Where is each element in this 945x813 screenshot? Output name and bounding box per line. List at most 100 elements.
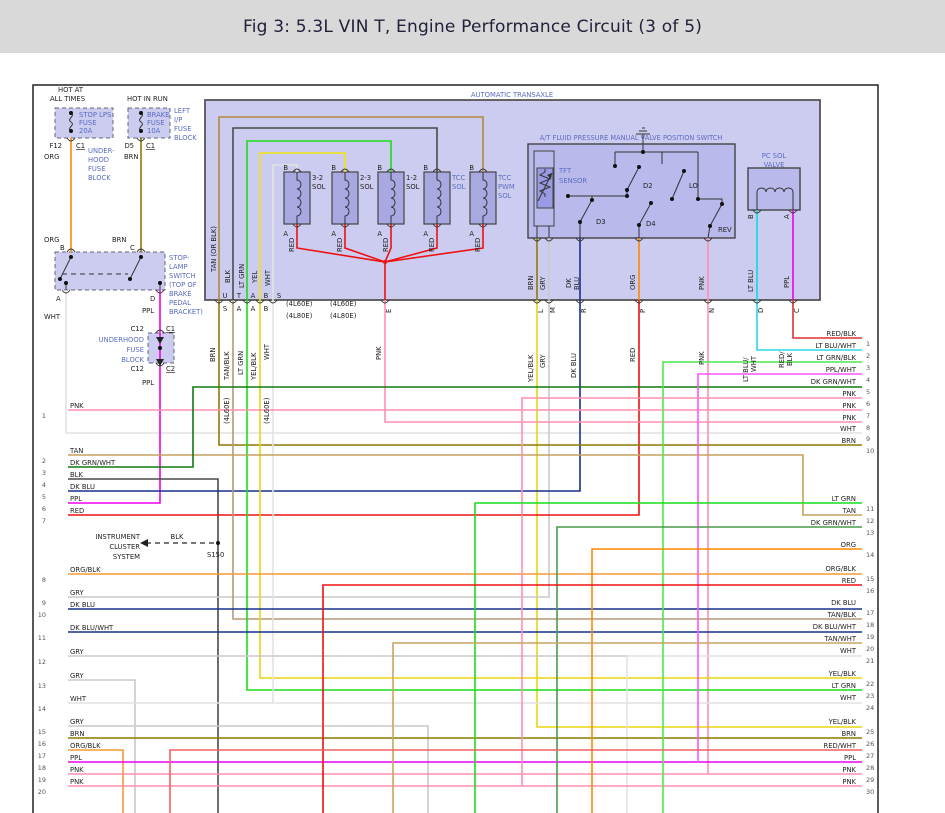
right-row-number-20: 20 bbox=[866, 645, 874, 653]
label: LT GRN bbox=[238, 264, 246, 288]
label: T bbox=[236, 292, 242, 300]
label: TCC bbox=[451, 174, 465, 182]
label: HOT IN RUN bbox=[127, 95, 168, 103]
junction-dot bbox=[625, 188, 629, 192]
label: (TOP OF bbox=[169, 281, 197, 289]
label: BRAKE bbox=[147, 111, 170, 119]
right-row-number-17: 17 bbox=[866, 609, 874, 617]
label: D bbox=[757, 308, 765, 313]
label: B bbox=[377, 164, 382, 172]
label: P bbox=[639, 309, 647, 313]
label: CLUSTER bbox=[109, 543, 140, 551]
right-row-label-10: BRN bbox=[842, 437, 856, 445]
right-row-number-22: 22 bbox=[866, 680, 874, 688]
label: C12 bbox=[131, 325, 144, 333]
right-row-number-4: 4 bbox=[866, 376, 870, 384]
valve-position-switch-box bbox=[528, 144, 735, 238]
label: (4L60E) bbox=[286, 300, 313, 308]
left-row-label-11: DK BLU/WHT bbox=[70, 624, 114, 632]
label: BRN bbox=[112, 236, 126, 244]
label: B bbox=[264, 305, 269, 313]
junction-dot bbox=[139, 111, 143, 115]
left-row-number-9: 9 bbox=[42, 599, 46, 607]
label: HOOD bbox=[88, 156, 109, 164]
label: STOP LPS bbox=[79, 111, 111, 119]
label: RED/ bbox=[778, 351, 786, 368]
label: SWITCH bbox=[169, 272, 196, 280]
junction-dot bbox=[69, 129, 73, 133]
right-row-number-29: 29 bbox=[866, 776, 874, 784]
label: PPL bbox=[142, 379, 154, 387]
label: A bbox=[377, 230, 382, 238]
label: PWM bbox=[498, 183, 515, 191]
label: B bbox=[469, 164, 474, 172]
right-row-number-6: 6 bbox=[866, 400, 870, 408]
label: UNDERHOOD bbox=[99, 336, 144, 344]
label: SOL bbox=[360, 183, 374, 191]
right-row-label-16: RED bbox=[842, 577, 856, 585]
cluster-arrow bbox=[140, 539, 148, 547]
label: A bbox=[237, 305, 242, 313]
wiring-diagram-page: Fig 3: 5.3L VIN T, Engine Performance Ci… bbox=[0, 0, 945, 813]
left-row-label-1: PNK bbox=[70, 402, 84, 410]
junction-dot bbox=[637, 223, 641, 227]
right-row-label-28: PPL bbox=[844, 754, 856, 762]
right-row-label-11: LT GRN bbox=[832, 495, 856, 503]
label: 2-3 bbox=[360, 174, 371, 182]
left-row-label-14: WHT bbox=[70, 695, 87, 703]
left-row-number-5: 5 bbox=[42, 493, 46, 501]
left-row-label-17: ORG/BLK bbox=[70, 742, 101, 750]
label: HOT AT bbox=[58, 86, 84, 94]
right-row-number-24: 24 bbox=[866, 704, 874, 712]
right-row-label-24: WHT bbox=[840, 694, 857, 702]
label: AUTOMATIC TRANSAXLE bbox=[471, 91, 553, 99]
right-row-number-27: 27 bbox=[866, 752, 874, 760]
wiring-diagram-canvas: HOT ATALL TIMESHOT IN RUNSTOP LPSFUSE20A… bbox=[0, 55, 945, 813]
junction-dot bbox=[578, 220, 582, 224]
label: SYSTEM bbox=[113, 553, 140, 561]
right-row-number-7: 7 bbox=[866, 412, 870, 420]
right-row-number-8: 8 bbox=[866, 424, 870, 432]
left-row-label-9: GRY bbox=[70, 589, 85, 597]
label: LEFT bbox=[174, 107, 191, 115]
left-row-number-14: 14 bbox=[38, 705, 46, 713]
label: (4L80E) bbox=[330, 312, 357, 320]
left-row-number-17: 17 bbox=[38, 752, 46, 760]
junction-dot bbox=[383, 260, 387, 264]
label: PEDAL bbox=[169, 299, 191, 307]
label: FUSE bbox=[88, 165, 106, 173]
label: A/T FLUID PRESSURE MANUAL VALVE POSITION… bbox=[540, 134, 723, 142]
label: N bbox=[708, 308, 716, 313]
right-row-label-23: LT GRN bbox=[832, 682, 856, 690]
right-row-label-2: LT BLU/WHT bbox=[815, 342, 856, 350]
label: SOL bbox=[498, 192, 512, 200]
left-row-number-18: 18 bbox=[38, 764, 46, 772]
label: D5 bbox=[124, 142, 134, 150]
label: PPL bbox=[783, 276, 791, 288]
junction-dot bbox=[139, 255, 143, 259]
left-row-label-2: TAN bbox=[69, 447, 83, 455]
dkblu-pinR-row5L bbox=[68, 300, 580, 491]
label: C2 bbox=[166, 365, 175, 373]
right-row-label-1: RED/BLK bbox=[827, 330, 857, 338]
junction-dot bbox=[649, 201, 653, 205]
label: LAMP bbox=[169, 263, 188, 271]
label: L bbox=[537, 309, 545, 313]
label: PNK bbox=[698, 276, 706, 290]
right-row-label-26: BRN bbox=[842, 730, 856, 738]
junction-dot bbox=[613, 164, 617, 168]
label: 20A bbox=[79, 127, 93, 135]
right-row-label-13: DK GRN/WHT bbox=[811, 519, 857, 527]
label: YEL/BLK bbox=[527, 354, 535, 383]
label: YEL bbox=[251, 271, 259, 284]
label: UNDER- bbox=[88, 147, 115, 155]
blk-row4-wire bbox=[68, 479, 218, 813]
label: C1 bbox=[76, 142, 85, 150]
label: RED bbox=[629, 348, 637, 362]
right-row-label-9: WHT bbox=[840, 425, 857, 433]
label: B bbox=[423, 164, 428, 172]
left-row-label-12: GRY bbox=[70, 648, 85, 656]
right-row-label-3: LT GRN/BLK bbox=[817, 354, 857, 362]
label: PNK bbox=[375, 346, 383, 360]
label: D bbox=[150, 295, 155, 303]
